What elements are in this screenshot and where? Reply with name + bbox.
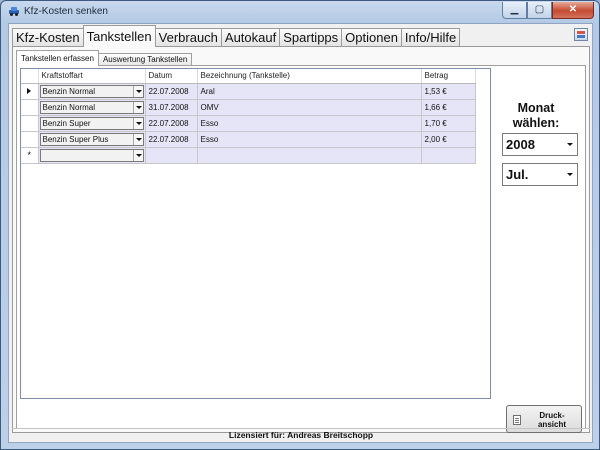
tab-autokauf[interactable]: Autokauf	[220, 28, 281, 47]
date-cell[interactable]	[145, 147, 198, 164]
row-header[interactable]	[21, 131, 39, 148]
chevron-down-icon[interactable]	[132, 133, 143, 145]
app-menu-icon[interactable]	[574, 28, 588, 41]
year-select[interactable]: 2008	[502, 133, 578, 156]
station-cell[interactable]: Aral	[197, 83, 422, 100]
chevron-down-icon[interactable]	[564, 164, 577, 185]
tab-info-hilfe[interactable]: Info/Hilfe	[400, 28, 461, 47]
column-header-betrag[interactable]: Betrag	[421, 69, 476, 84]
window-title: Kfz-Kosten senken	[24, 6, 108, 17]
table-row[interactable]: Benzin Normal 22.07.2008 Aral 1,53 €	[21, 83, 476, 100]
date-cell[interactable]: 31.07.2008	[145, 99, 198, 116]
table-row[interactable]: Benzin Super Plus 22.07.2008 Esso 2,00 €	[21, 131, 476, 148]
fuel-cell[interactable]: Benzin Super Plus	[38, 131, 146, 148]
date-cell[interactable]: 22.07.2008	[145, 131, 198, 148]
fuel-type-value: Benzin Normal	[42, 86, 95, 96]
chevron-down-icon[interactable]	[132, 85, 143, 97]
client-area: Kfz-Kosten Tankstellen Verbrauch Autokau…	[8, 23, 593, 443]
fuel-type-combobox[interactable]: Benzin Normal	[39, 84, 144, 98]
column-header-bezeichnung[interactable]: Bezeichnung (Tankstelle)	[197, 69, 422, 84]
row-header[interactable]	[21, 99, 39, 116]
app-window: Kfz-Kosten senken ▁ ▢ ✕ Kfz-Kosten Tanks…	[0, 0, 600, 450]
minimize-icon: ▁	[510, 4, 519, 15]
new-row-icon: *	[21, 147, 39, 164]
fuel-type-combobox[interactable]	[39, 148, 144, 162]
fuel-type-value: Benzin Super	[42, 118, 91, 128]
fuel-type-combobox[interactable]: Benzin Normal	[39, 100, 144, 114]
amount-cell[interactable]: 1,53 €	[421, 83, 476, 100]
date-cell[interactable]: 22.07.2008	[145, 115, 198, 132]
tab-spartipps[interactable]: Spartipps	[279, 28, 343, 47]
amount-cell[interactable]: 2,00 €	[421, 131, 476, 148]
car-icon	[9, 7, 19, 16]
row-header-corner	[21, 69, 39, 84]
month-select[interactable]: Jul.	[502, 163, 578, 186]
close-icon: ✕	[568, 4, 578, 15]
tab-kfz-kosten[interactable]: Kfz-Kosten	[12, 28, 84, 47]
table-row[interactable]: Benzin Normal 31.07.2008 OMV 1,66 €	[21, 99, 476, 116]
main-tab-strip: Kfz-Kosten Tankstellen Verbrauch Autokau…	[12, 25, 461, 47]
sub-tab-strip: Tankstellen erfassen Auswertung Tankstel…	[16, 50, 193, 66]
year-value: 2008	[506, 137, 535, 152]
maximize-button[interactable]: ▢	[527, 2, 552, 19]
document-icon	[513, 415, 521, 425]
fuel-cell[interactable]: Benzin Super	[38, 115, 146, 132]
amount-cell[interactable]: 1,70 €	[421, 115, 476, 132]
amount-cell[interactable]: 1,66 €	[421, 99, 476, 116]
chevron-down-icon[interactable]	[132, 101, 143, 113]
column-header-kraftstoffart[interactable]: Kraftstoffart	[38, 69, 146, 84]
close-button[interactable]: ✕	[552, 2, 594, 19]
minimize-button[interactable]: ▁	[502, 2, 527, 19]
station-cell[interactable]	[197, 147, 422, 164]
fuel-price-grid[interactable]: Kraftstoffart Datum Bezeichnung (Tankste…	[20, 68, 491, 399]
current-row-icon	[27, 88, 32, 94]
title-bar[interactable]: Kfz-Kosten senken ▁ ▢ ✕	[1, 1, 599, 23]
grid-header-row: Kraftstoffart Datum Bezeichnung (Tankste…	[21, 69, 476, 84]
amount-cell[interactable]	[421, 147, 476, 164]
fuel-type-value: Benzin Super Plus	[42, 134, 109, 144]
chevron-down-icon[interactable]	[132, 149, 143, 161]
print-preview-label: Druck- ansicht	[537, 411, 566, 429]
fuel-cell[interactable]: Benzin Normal	[38, 99, 146, 116]
fuel-type-value: Benzin Normal	[42, 102, 95, 112]
chevron-down-icon[interactable]	[564, 134, 577, 155]
grid-table: Kraftstoffart Datum Bezeichnung (Tankste…	[21, 69, 476, 164]
column-header-datum[interactable]: Datum	[145, 69, 198, 84]
month-picker-label: Monat wählen:	[512, 101, 560, 130]
fuel-type-combobox[interactable]: Benzin Super Plus	[39, 132, 144, 146]
new-row[interactable]: *	[21, 147, 476, 164]
row-header[interactable]	[21, 83, 39, 100]
window-controls: ▁ ▢ ✕	[502, 2, 594, 19]
station-cell[interactable]: Esso	[197, 115, 422, 132]
status-bar: Lizensiert für: Andreas Breitschopp	[12, 428, 590, 442]
fuel-type-combobox[interactable]: Benzin Super	[39, 116, 144, 130]
maximize-icon: ▢	[534, 4, 545, 15]
fuel-cell[interactable]	[38, 147, 146, 164]
tab-verbrauch[interactable]: Verbrauch	[154, 28, 222, 47]
tab-tankstellen-erfassen[interactable]: Tankstellen erfassen	[16, 50, 99, 66]
station-cell[interactable]: OMV	[197, 99, 422, 116]
tankstellen-page: Tankstellen erfassen Auswertung Tankstel…	[12, 46, 590, 433]
tab-optionen[interactable]: Optionen	[341, 28, 402, 47]
table-row[interactable]: Benzin Super 22.07.2008 Esso 1,70 €	[21, 115, 476, 132]
tab-tankstellen[interactable]: Tankstellen	[82, 25, 156, 47]
month-value: Jul.	[506, 167, 529, 182]
station-cell[interactable]: Esso	[197, 131, 422, 148]
chevron-down-icon[interactable]	[132, 117, 143, 129]
date-cell[interactable]: 22.07.2008	[145, 83, 198, 100]
row-header[interactable]	[21, 115, 39, 132]
fuel-cell[interactable]: Benzin Normal	[38, 83, 146, 100]
